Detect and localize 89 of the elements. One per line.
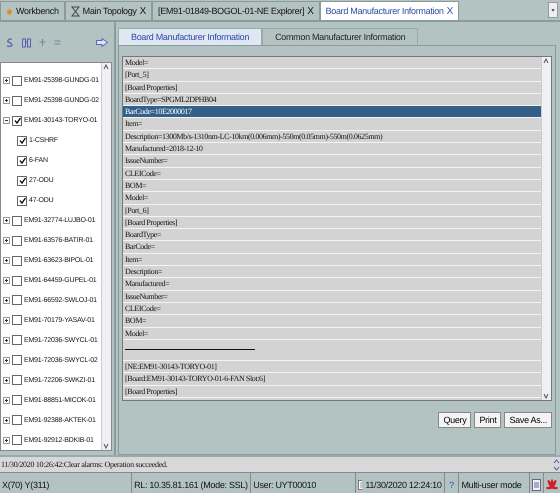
dropdown-icon[interactable]: [548, 2, 558, 18]
tab[interactable]: Board Manufacturer Information X: [320, 1, 460, 20]
expand-icon[interactable]: [3, 316, 10, 324]
close-icon[interactable]: X: [446, 6, 454, 16]
scroll-up-icon[interactable]: [102, 63, 110, 71]
text-line[interactable]: BarCode=: [123, 241, 541, 254]
expand-icon[interactable]: [3, 356, 10, 364]
text-line[interactable]: Description=: [123, 266, 541, 278]
arrow-right-icon[interactable]: [96, 38, 108, 46]
text-line[interactable]: IssueNumber=: [123, 290, 541, 303]
expand-icon[interactable]: [3, 336, 10, 344]
checkbox[interactable]: [12, 216, 22, 226]
expand-icon[interactable]: [3, 257, 10, 264]
scroll-down-icon[interactable]: [102, 442, 110, 450]
checkbox[interactable]: [12, 315, 22, 326]
text-line[interactable]: IssueNumber=: [123, 155, 541, 168]
close-icon[interactable]: X: [140, 6, 146, 16]
help-button[interactable]: ?: [444, 473, 460, 493]
checkbox[interactable]: [17, 176, 27, 186]
action-button[interactable]: Save As...: [504, 412, 552, 428]
tab[interactable]: Workbench: [0, 1, 65, 20]
server-address: RL: 10.35.81.161 (Mode: SSL): [132, 473, 252, 493]
tab[interactable]: [EM91-01849-BOGOL-01-NE Explorer] X: [152, 1, 320, 20]
text-line[interactable]: BoardType=: [123, 229, 541, 242]
tab[interactable]: Common Manufacturer Information: [262, 28, 418, 45]
checkbox[interactable]: [12, 276, 22, 286]
text-line[interactable]: BOM=: [123, 180, 541, 192]
checkbox[interactable]: [17, 196, 27, 206]
action-button[interactable]: Query: [438, 412, 472, 428]
text-line[interactable]: Manufactured=2018-12-10: [123, 143, 541, 156]
checkbox[interactable]: [12, 96, 22, 106]
checkbox[interactable]: [12, 335, 22, 346]
sync-icon[interactable]: [6, 36, 14, 48]
text-line[interactable]: Manufactured=: [123, 278, 541, 291]
action-button[interactable]: Print: [474, 412, 502, 428]
expand-icon[interactable]: [3, 237, 10, 244]
text-line[interactable]: [Board Properties]: [123, 386, 541, 398]
expand-icon[interactable]: [3, 416, 10, 424]
text-line[interactable]: [Board:EM91-30143-TORYO-01-6-FAN Slot:6]: [123, 373, 541, 386]
checkbox[interactable]: [12, 395, 22, 406]
checkbox[interactable]: [12, 355, 22, 366]
text-line[interactable]: [Board Properties]: [123, 216, 541, 230]
star-icon: [6, 8, 13, 14]
checkbox[interactable]: [17, 156, 27, 166]
text-line[interactable]: [Board Properties]: [123, 82, 541, 94]
checkbox[interactable]: [12, 295, 22, 306]
text-line[interactable]: CLEICode=: [123, 168, 541, 180]
document-icon[interactable]: [532, 478, 541, 490]
checkbox[interactable]: [12, 116, 22, 126]
checkbox[interactable]: [12, 375, 22, 386]
text-line[interactable]: Model=: [123, 192, 541, 205]
status-message: 11/30/2020 10:26:42:Clear alarms: Operation succeeded.: [1, 460, 168, 469]
text-line[interactable]: Model=: [123, 57, 541, 70]
clock-time: 11/30/2020 12:24:10: [365, 480, 442, 490]
calendar-icon: [358, 480, 362, 490]
text-line[interactable]: Model=: [123, 328, 541, 340]
checkbox[interactable]: [12, 256, 22, 266]
checkbox[interactable]: [17, 136, 27, 146]
close-icon[interactable]: X: [307, 6, 314, 16]
tab[interactable]: Main Topology X: [64, 1, 152, 20]
collapse-icon[interactable]: [3, 117, 10, 124]
scroll-down-icon[interactable]: [542, 392, 550, 400]
coordinates: X(70) Y(311): [0, 473, 132, 493]
user-name: User: UYT00010: [251, 473, 356, 493]
text-line[interactable]: Item=: [123, 118, 541, 131]
text-line[interactable]: Item=: [123, 254, 541, 266]
expand-icon[interactable]: [3, 277, 10, 284]
expand-icon[interactable]: [3, 217, 10, 224]
text-line[interactable]: BOM=: [123, 315, 541, 328]
expand-icon[interactable]: [3, 376, 10, 384]
text-line[interactable]: [NE:EM91-30143-TORYO-01]: [123, 361, 541, 374]
text-line[interactable]: [Port_5]: [123, 69, 541, 82]
expand-icon[interactable]: [3, 77, 10, 84]
expand-icon[interactable]: [3, 296, 10, 304]
checkbox[interactable]: [12, 415, 22, 426]
checkbox[interactable]: [12, 435, 22, 446]
tab[interactable]: Board Manufacturer Information: [118, 28, 262, 45]
expand-icon[interactable]: [3, 97, 10, 104]
session-mode: Multi-user mode: [459, 473, 530, 493]
scroll-arrows-icon[interactable]: [553, 458, 560, 470]
checkbox[interactable]: [12, 236, 22, 246]
expand-icon[interactable]: [3, 396, 10, 404]
text-line[interactable]: [Port_6]: [123, 204, 541, 217]
flower-logo-icon: [546, 478, 558, 490]
text-line[interactable]: Description=1300Mb/s-1310nm-LC-10km(0.006mm)-550m(0.05mm)-550m(0.0625mm): [123, 130, 541, 144]
expand-icon[interactable]: [3, 436, 10, 444]
text-line[interactable]: CLEICode=: [123, 302, 541, 316]
scroll-up-icon[interactable]: [542, 57, 550, 65]
checkbox[interactable]: [12, 76, 22, 86]
